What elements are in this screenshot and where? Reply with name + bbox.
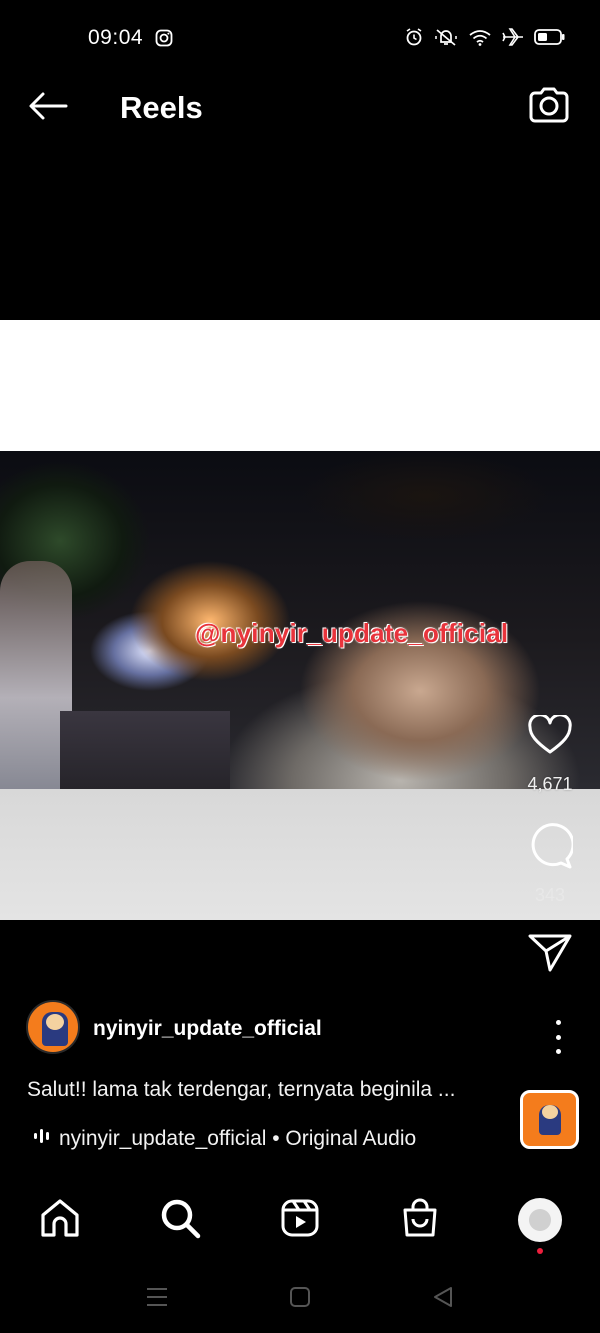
system-nav (0, 1270, 600, 1333)
home-square-icon (289, 1286, 311, 1313)
bottom-nav (0, 1180, 600, 1260)
status-bar: 09:04 (0, 0, 600, 78)
like-count: 4,671 (527, 774, 573, 794)
avatar-face (46, 1014, 64, 1030)
nav-home[interactable] (38, 1198, 82, 1242)
reel-white-band (0, 320, 600, 451)
more-dot (555, 1020, 561, 1025)
more-options-button[interactable] (546, 1020, 570, 1054)
alarm-icon (404, 27, 424, 52)
page-title: Reels (120, 90, 203, 125)
wifi-icon (468, 27, 492, 52)
notification-dot (537, 1248, 543, 1254)
comment-button[interactable] (525, 822, 575, 874)
audio-thumbnail[interactable] (520, 1090, 579, 1149)
share-button[interactable] (525, 930, 575, 980)
system-menu-button[interactable] (142, 1284, 172, 1314)
profile-avatar-inner (529, 1209, 551, 1231)
reel-scene-pavement (60, 711, 230, 789)
reel-scene-shadow (300, 451, 550, 541)
nav-profile[interactable] (518, 1198, 562, 1242)
audio-label: nyinyir_update_official • Original Audio (59, 1127, 417, 1150)
system-home-button[interactable] (285, 1284, 315, 1314)
shop-icon (400, 1197, 440, 1244)
mute-icon (434, 27, 458, 52)
reels-icon (280, 1198, 320, 1243)
reel-gray-band (0, 789, 600, 920)
more-dot (555, 1034, 561, 1040)
reel-watermark: @nyinyir_update_official (195, 618, 509, 648)
send-icon (528, 933, 572, 978)
camera-button[interactable] (526, 84, 572, 130)
battery-icon (534, 28, 566, 51)
header: Reels (0, 78, 600, 140)
like-button[interactable] (525, 712, 575, 762)
back-button[interactable] (26, 86, 70, 130)
reel-video[interactable]: @nyinyir_update_official (0, 320, 600, 920)
audio-waveform-icon (33, 1127, 51, 1151)
instagram-icon (155, 29, 173, 52)
nav-reels[interactable] (278, 1198, 322, 1242)
camera-icon (528, 86, 570, 129)
profile-icon (518, 1198, 562, 1242)
audio-link[interactable]: nyinyir_update_official • Original Audio (33, 1127, 416, 1151)
comment-icon (527, 822, 575, 874)
reel-owner: nyinyir_update_official (26, 1000, 576, 1056)
menu-icon (145, 1286, 169, 1313)
comment-count: 343 (534, 885, 566, 905)
audio-thumb-face (542, 1105, 558, 1119)
nav-search[interactable] (158, 1198, 202, 1242)
home-icon (39, 1198, 81, 1243)
heart-icon (528, 712, 572, 760)
airplane-icon (502, 27, 524, 52)
back-triangle-icon (431, 1285, 455, 1314)
search-icon (159, 1197, 201, 1244)
status-time: 09:04 (88, 26, 144, 49)
nav-shop[interactable] (398, 1198, 442, 1242)
owner-username[interactable]: nyinyir_update_official (93, 1017, 322, 1041)
reel-actions: 4,671 343 (522, 712, 578, 980)
back-arrow-icon (28, 91, 68, 126)
reel-caption[interactable]: Salut!! lama tak terdengar, ternyata beg… (27, 1078, 455, 1102)
avatar[interactable] (26, 1000, 80, 1054)
reel-video-frame: @nyinyir_update_official (0, 451, 600, 789)
more-dot (555, 1049, 561, 1054)
system-back-button[interactable] (428, 1284, 458, 1314)
